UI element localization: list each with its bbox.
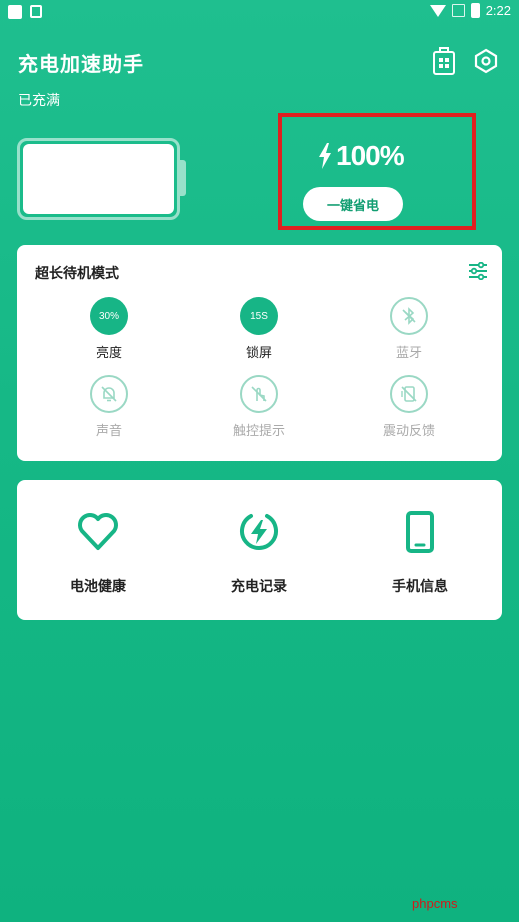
- tool-label: 手机信息: [392, 579, 448, 595]
- status-bar: 2:22: [0, 0, 519, 24]
- app-notification-icon: [30, 5, 42, 18]
- charge-status: 已充满: [18, 93, 60, 109]
- option-label: 亮度: [95, 346, 122, 361]
- phone-info-item[interactable]: 手机信息: [340, 510, 500, 596]
- option-lock-screen[interactable]: 15S 锁屏: [209, 297, 309, 361]
- option-vibration[interactable]: 震动反馈: [359, 375, 459, 439]
- option-label: 锁屏: [245, 346, 272, 361]
- notification-icon: [8, 5, 22, 19]
- clock: 2:22: [485, 3, 511, 18]
- system-icons: 2:22: [429, 3, 511, 18]
- app-title: 充电加速助手: [18, 52, 144, 76]
- charge-record-item[interactable]: 充电记录: [179, 510, 339, 596]
- one-key-save-button[interactable]: 一键省电: [303, 187, 403, 221]
- charge-percent-row: 100%: [318, 140, 405, 172]
- phone-icon: [406, 511, 434, 553]
- charge-percent: 100%: [336, 140, 405, 171]
- option-label: 声音: [95, 424, 122, 439]
- settings-icon[interactable]: [472, 46, 500, 76]
- battery-graphic: [17, 138, 180, 220]
- notification-icons: [8, 5, 42, 19]
- lightning-icon: [319, 143, 331, 169]
- battery-status-icon: [470, 3, 480, 18]
- wifi-icon: [429, 4, 446, 17]
- signal-icon: [451, 4, 465, 17]
- touch-off-icon: [240, 375, 278, 413]
- battery-tip: [180, 160, 186, 196]
- option-brightness[interactable]: 30% 亮度: [59, 297, 159, 361]
- charge-record-icon: [240, 514, 278, 550]
- bluetooth-off-icon: [390, 297, 428, 335]
- filter-icon[interactable]: [468, 262, 488, 280]
- watermark: phpcms: [412, 896, 458, 911]
- standby-mode-title: 超长待机模式: [35, 266, 119, 282]
- sound-off-icon: [90, 375, 128, 413]
- option-label: 蓝牙: [395, 346, 422, 361]
- lock-screen-icon: 15S: [240, 297, 278, 335]
- clean-icon[interactable]: [430, 46, 458, 76]
- battery-health-item[interactable]: 电池健康: [18, 510, 178, 596]
- tools-card: 电池健康 充电记录 手机信息: [17, 480, 502, 620]
- option-sound[interactable]: 声音: [59, 375, 159, 439]
- tool-label: 充电记录: [231, 579, 287, 595]
- option-label: 触控提示: [232, 424, 285, 439]
- option-touch-feedback[interactable]: 触控提示: [209, 375, 309, 439]
- brightness-icon: 30%: [90, 297, 128, 335]
- tool-label: 电池健康: [70, 579, 126, 595]
- standby-mode-card: 超长待机模式 30% 亮度 15S 锁屏 蓝牙 声音 触控提示 震动反馈: [17, 245, 502, 461]
- vibration-off-icon: [390, 375, 428, 413]
- battery-fill: [23, 144, 174, 214]
- option-label: 震动反馈: [382, 424, 435, 439]
- option-bluetooth[interactable]: 蓝牙: [359, 297, 459, 361]
- heart-icon: [78, 513, 118, 550]
